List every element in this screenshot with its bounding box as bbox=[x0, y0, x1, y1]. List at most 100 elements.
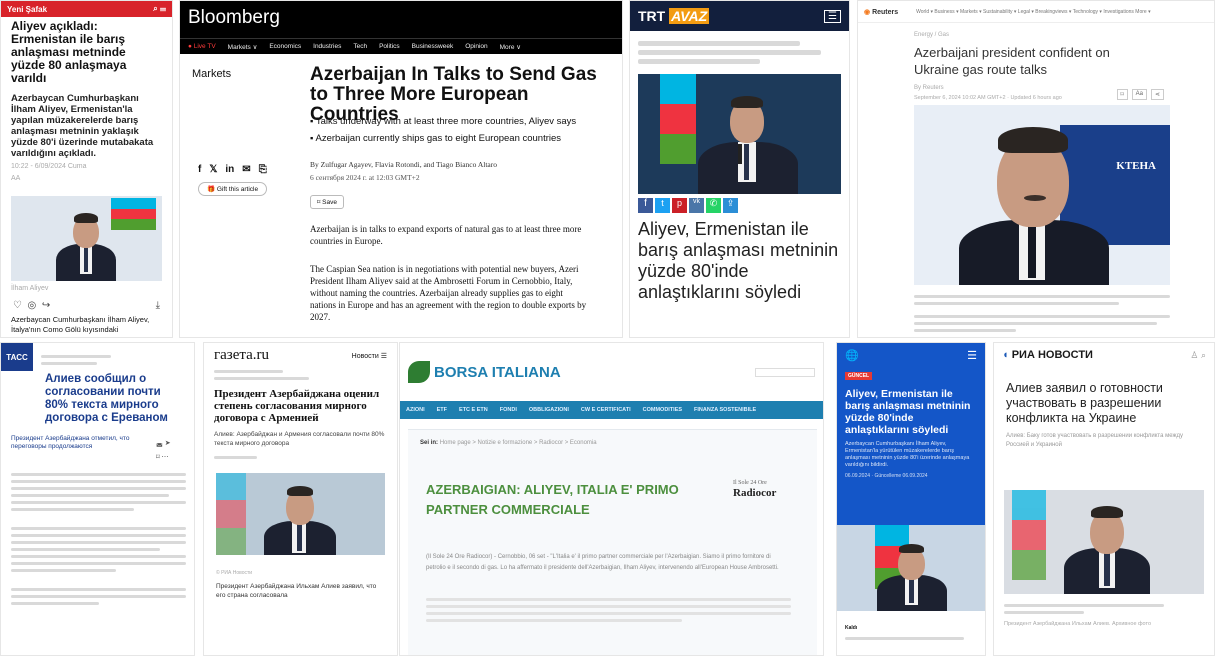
photo-aliyev-speaking: KTEHA bbox=[914, 105, 1170, 285]
bookmark-icon[interactable]: ⌑ bbox=[156, 454, 160, 461]
ria-header: ◖ РИА НОВОСТИ ♙ ⌕ bbox=[994, 343, 1214, 367]
vk-icon[interactable]: vk bbox=[689, 198, 704, 213]
text-size-button[interactable]: Aa bbox=[1131, 89, 1147, 100]
headline[interactable]: Aliyev açıkladı: Ermenistan ile barış an… bbox=[1, 17, 172, 88]
footer-text: Президент Азербайджана Ильхам Алиев заяв… bbox=[216, 583, 377, 599]
azerbaijan-flag bbox=[660, 74, 696, 164]
tools: ◛ ➤ ⌑ ⋯ bbox=[156, 437, 171, 465]
pinterest-icon[interactable]: p bbox=[672, 198, 687, 213]
header-icons[interactable]: ⌕ ☰ bbox=[153, 4, 166, 14]
azerbaijan-flag bbox=[1012, 490, 1046, 580]
footer-text: Azerbaycan Cumhurbaşkanı İlham Aliyev, İ… bbox=[11, 315, 150, 334]
article-lines bbox=[426, 594, 791, 626]
menu-icon[interactable]: ☰ bbox=[824, 9, 841, 23]
reuters-logo[interactable]: ◉ Reuters bbox=[864, 8, 898, 16]
email-icon[interactable]: ✉ bbox=[242, 164, 250, 175]
download-icon[interactable]: ⤓ bbox=[156, 300, 160, 311]
date-lines bbox=[204, 364, 397, 386]
borsa-header: BORSA ITALIANA bbox=[400, 343, 823, 401]
nav-markets[interactable]: Markets ∨ bbox=[228, 43, 258, 51]
share-icon[interactable]: ⇪ bbox=[723, 198, 738, 213]
headline[interactable]: Aliyev, Ermenistan ile barış anlaşması m… bbox=[845, 388, 977, 436]
nav-cw-certificati[interactable]: CW E CERTIFICATI bbox=[581, 407, 631, 413]
nav-opinion[interactable]: Opinion bbox=[465, 43, 487, 50]
nav-tech[interactable]: Tech bbox=[353, 43, 367, 50]
photo-aliyev bbox=[11, 196, 162, 281]
twitter-icon[interactable]: 𝕏 bbox=[209, 164, 217, 175]
nav-finanza-sostenibile[interactable]: FINANZA SOSTENIBILE bbox=[694, 407, 756, 413]
paragraph-2: The Caspian Sea nation is in negotiation… bbox=[310, 264, 587, 322]
headline[interactable]: Алиев заявил о готовности участвовать в … bbox=[994, 367, 1214, 426]
author-line bbox=[204, 456, 397, 459]
azerbaijan-flag bbox=[111, 198, 156, 231]
bloomberg-logo[interactable]: Bloomberg bbox=[188, 7, 280, 28]
link-icon[interactable]: ⎘ bbox=[259, 164, 267, 175]
nav-etf[interactable]: ETF bbox=[437, 407, 447, 413]
photo-credit: © РИА Новости bbox=[216, 570, 253, 576]
more-icon[interactable]: ⋯ bbox=[162, 454, 169, 461]
headline[interactable]: Aliyev, Ermenistan ile barış anlaşması m… bbox=[630, 217, 849, 305]
gazeta-logo[interactable]: газета.ru bbox=[214, 347, 269, 364]
byline[interactable]: By Zulfugar Agayev, Flavia Rotondi, and … bbox=[310, 160, 497, 169]
comment-icon[interactable]: ◛ bbox=[156, 440, 163, 447]
gift-article-button[interactable]: 🎁 Gift this article bbox=[198, 182, 268, 196]
reuters-menu[interactable]: World ▾ Business ▾ Markets ▾ Sustainabil… bbox=[916, 9, 1150, 15]
article-tools: ⌑ Aa ⋖ bbox=[1116, 89, 1164, 100]
nav-fondi[interactable]: FONDI bbox=[500, 407, 517, 413]
nav-more[interactable]: More ∨ bbox=[500, 43, 521, 51]
headline[interactable]: AZERBAIGIAN: ALIYEV, ITALIA E' PRIMO PAR… bbox=[426, 480, 696, 520]
borsa-nav: AZIONI ETF ETC E ETN FONDI OBBLIGAZIONI … bbox=[400, 401, 823, 419]
search-icon[interactable]: ⌕ bbox=[1201, 350, 1206, 360]
headline[interactable]: Алиев сообщил о согласовании почти 80% т… bbox=[45, 373, 185, 425]
breadcrumb-blurred bbox=[630, 31, 849, 74]
headline[interactable]: Президент Азербайджана оценил степень со… bbox=[204, 386, 397, 426]
category-tag[interactable]: Energy / Gas bbox=[858, 23, 1214, 40]
nav-live-tv[interactable]: ● Live TV bbox=[188, 43, 216, 50]
yeni-safak-panel: Yeni Şafak ⌕ ☰ Aliyev açıkladı: Ermenist… bbox=[0, 0, 173, 338]
heart-icon[interactable]: ♡ bbox=[13, 300, 22, 311]
borsa-logo[interactable]: BORSA ITALIANA bbox=[408, 361, 561, 383]
article-lines bbox=[914, 311, 1170, 336]
twitter-icon[interactable]: t bbox=[655, 198, 670, 213]
save-button[interactable]: ⌑ Save bbox=[310, 195, 344, 209]
tass-panel: ТАСС Алиев сообщил о согласовании почти … bbox=[0, 342, 195, 656]
nav-etc-etn[interactable]: ETC E ETN bbox=[459, 407, 488, 413]
share-icon[interactable]: ⋖ bbox=[1150, 89, 1164, 100]
tass-logo[interactable]: ТАСС bbox=[1, 343, 33, 371]
meta: 06.09.2024 · Güncelleme 06.09.2024 bbox=[845, 473, 928, 479]
facebook-icon[interactable]: f bbox=[638, 198, 653, 213]
nav-azioni[interactable]: AZIONI bbox=[406, 407, 425, 413]
nav-businessweek[interactable]: Businessweek bbox=[412, 43, 454, 50]
bullet-2: ▪ Azerbaijan currently ships gas to eigh… bbox=[310, 133, 562, 144]
whatsapp-icon[interactable]: ✆ bbox=[706, 198, 721, 213]
category-badge[interactable]: GÜNCEL bbox=[845, 372, 873, 380]
nav-politics[interactable]: Politics bbox=[379, 43, 400, 50]
aa-logo[interactable]: 🌐 bbox=[845, 349, 859, 362]
nav-news[interactable]: Новости ☰ bbox=[352, 352, 387, 360]
nav-industries[interactable]: Industries bbox=[313, 43, 341, 50]
date-lines bbox=[41, 351, 111, 369]
headline[interactable]: Azerbaijani president confident on Ukrai… bbox=[858, 40, 1214, 78]
article-body: (Il Sole 24 Ore Radiocor) - Cernobbio, 0… bbox=[426, 554, 779, 571]
nav-economics[interactable]: Economics bbox=[269, 43, 301, 50]
photo-aliyev bbox=[1004, 490, 1204, 594]
send-icon[interactable]: ➤ bbox=[165, 440, 171, 447]
share-icon[interactable]: ↪ bbox=[42, 300, 50, 311]
yeni-safak-logo[interactable]: Yeni Şafak bbox=[7, 5, 47, 14]
nav-commodities[interactable]: COMMODITIES bbox=[643, 407, 682, 413]
nav-obbligazioni[interactable]: OBBLIGAZIONI bbox=[529, 407, 569, 413]
ria-logo[interactable]: ◖ РИА НОВОСТИ bbox=[1002, 349, 1093, 361]
linkedin-icon[interactable]: in bbox=[225, 164, 234, 175]
trt-logo[interactable]: TRT AVAZ bbox=[638, 8, 710, 24]
facebook-icon[interactable]: f bbox=[198, 164, 201, 175]
bookmark-icon[interactable]: ⌑ bbox=[1116, 89, 1128, 100]
user-icon[interactable]: ♙ bbox=[1190, 350, 1198, 360]
breadcrumb[interactable]: Sei in: Home page > Notizie e formazione… bbox=[408, 430, 817, 456]
section-label[interactable]: Markets bbox=[192, 68, 231, 80]
paragraph-1: Azerbaijan is in talks to expand exports… bbox=[310, 224, 582, 246]
search-box[interactable] bbox=[755, 367, 815, 377]
menu-icon[interactable]: ☰ bbox=[967, 349, 977, 362]
lead: Алиев: Азербайджан и Армения согласовали… bbox=[214, 431, 385, 447]
comment-icon[interactable]: ◎ bbox=[28, 300, 37, 311]
radiocor-logo: Il Sole 24 Ore Radiocor bbox=[733, 480, 777, 499]
